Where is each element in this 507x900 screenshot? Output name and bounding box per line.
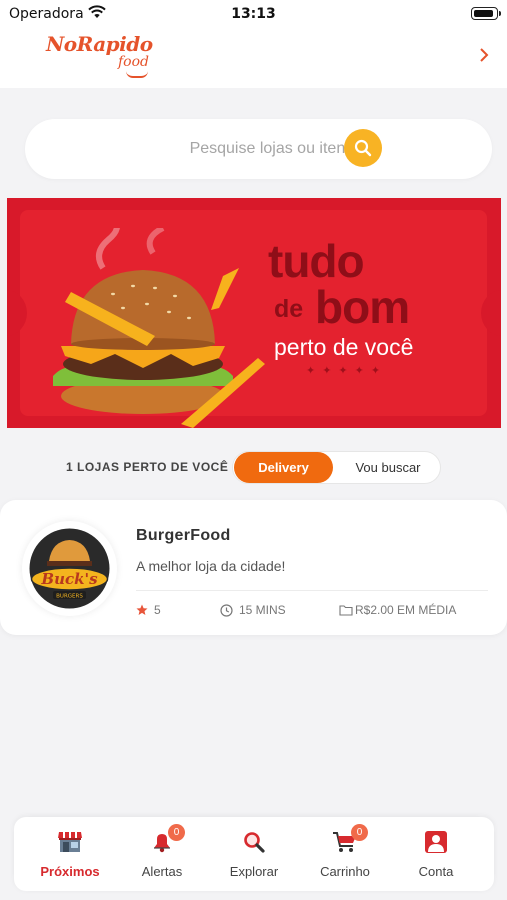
store-logo: Buck's BURGERS (22, 521, 117, 616)
bottom-tab-bar: Próximos 0 Alertas Explorar 0 Carrinho C… (14, 817, 494, 891)
star-icon (136, 604, 148, 615)
search-icon (354, 139, 372, 157)
store-rating-value: 5 (154, 603, 161, 617)
store-card-divider (136, 590, 488, 591)
tab-explorar[interactable]: Explorar (206, 827, 302, 885)
tab-label: Conta (418, 864, 454, 879)
tab-carrinho[interactable]: 0 Carrinho (297, 824, 393, 885)
battery-icon (471, 7, 501, 20)
logo-text: NoRapido (46, 32, 153, 56)
store-card[interactable]: Buck's BURGERS BurgerFood A melhor loja … (0, 500, 507, 635)
tab-proximos[interactable]: Próximos (22, 827, 118, 885)
store-average-price: R$2.00 EM MÉDIA (339, 603, 456, 617)
store-rating: 5 (136, 603, 161, 617)
store-time-value: 15 MINS (239, 603, 286, 617)
pickup-option[interactable]: Vou buscar (337, 452, 439, 483)
tab-label: Explorar (229, 864, 279, 879)
chevron-right-icon[interactable] (479, 47, 489, 63)
clock: 13:13 (231, 6, 276, 22)
burger-image (53, 228, 265, 428)
search-input[interactable] (49, 135, 371, 163)
tab-label: Carrinho (320, 864, 370, 879)
banner-headline-de: de (274, 295, 304, 323)
app-header: NoRapido food (0, 28, 507, 88)
app-logo[interactable]: NoRapido food (46, 30, 161, 86)
promo-banner[interactable] (7, 198, 501, 428)
search-bar (25, 119, 492, 179)
banner-headline-bom: bom (315, 281, 410, 333)
store-logo-image: Buck's BURGERS (29, 528, 110, 609)
search-icon (244, 832, 265, 853)
alerts-badge: 0 (168, 824, 185, 841)
delivery-option[interactable]: Delivery (234, 452, 333, 483)
tab-label: Alertas (141, 864, 183, 879)
delivery-mode-toggle: Delivery Vou buscar (232, 451, 441, 484)
wallet-icon (339, 605, 353, 616)
user-icon (425, 831, 447, 853)
cart-badge: 0 (351, 824, 368, 841)
stores-near-label: 1 LOJAS PERTO DE VOCÊ (66, 460, 229, 474)
tab-alertas[interactable]: 0 Alertas (114, 824, 210, 885)
search-button[interactable] (344, 129, 382, 167)
logo-subtext: food (118, 54, 150, 70)
banner-decoration-dots: ✦✦✦✦✦ (306, 364, 388, 377)
logo-smile (126, 71, 148, 78)
store-name: BurgerFood (136, 527, 231, 544)
banner-subline: perto de você (274, 334, 414, 360)
clock-icon (220, 603, 233, 617)
store-price-value: R$2.00 EM MÉDIA (355, 603, 457, 617)
store-logo-text: Buck's (40, 570, 98, 588)
store-description: A melhor loja da cidade! (136, 558, 286, 574)
store-logo-subtext: BURGERS (56, 594, 83, 600)
status-bar: Operadora 13:13 (0, 0, 507, 28)
tab-conta[interactable]: Conta (388, 827, 484, 885)
store-delivery-time: 15 MINS (220, 603, 286, 617)
banner-headline-tudo: tudo (268, 235, 365, 287)
store-icon (58, 832, 82, 852)
tab-label: Próximos (40, 864, 100, 879)
